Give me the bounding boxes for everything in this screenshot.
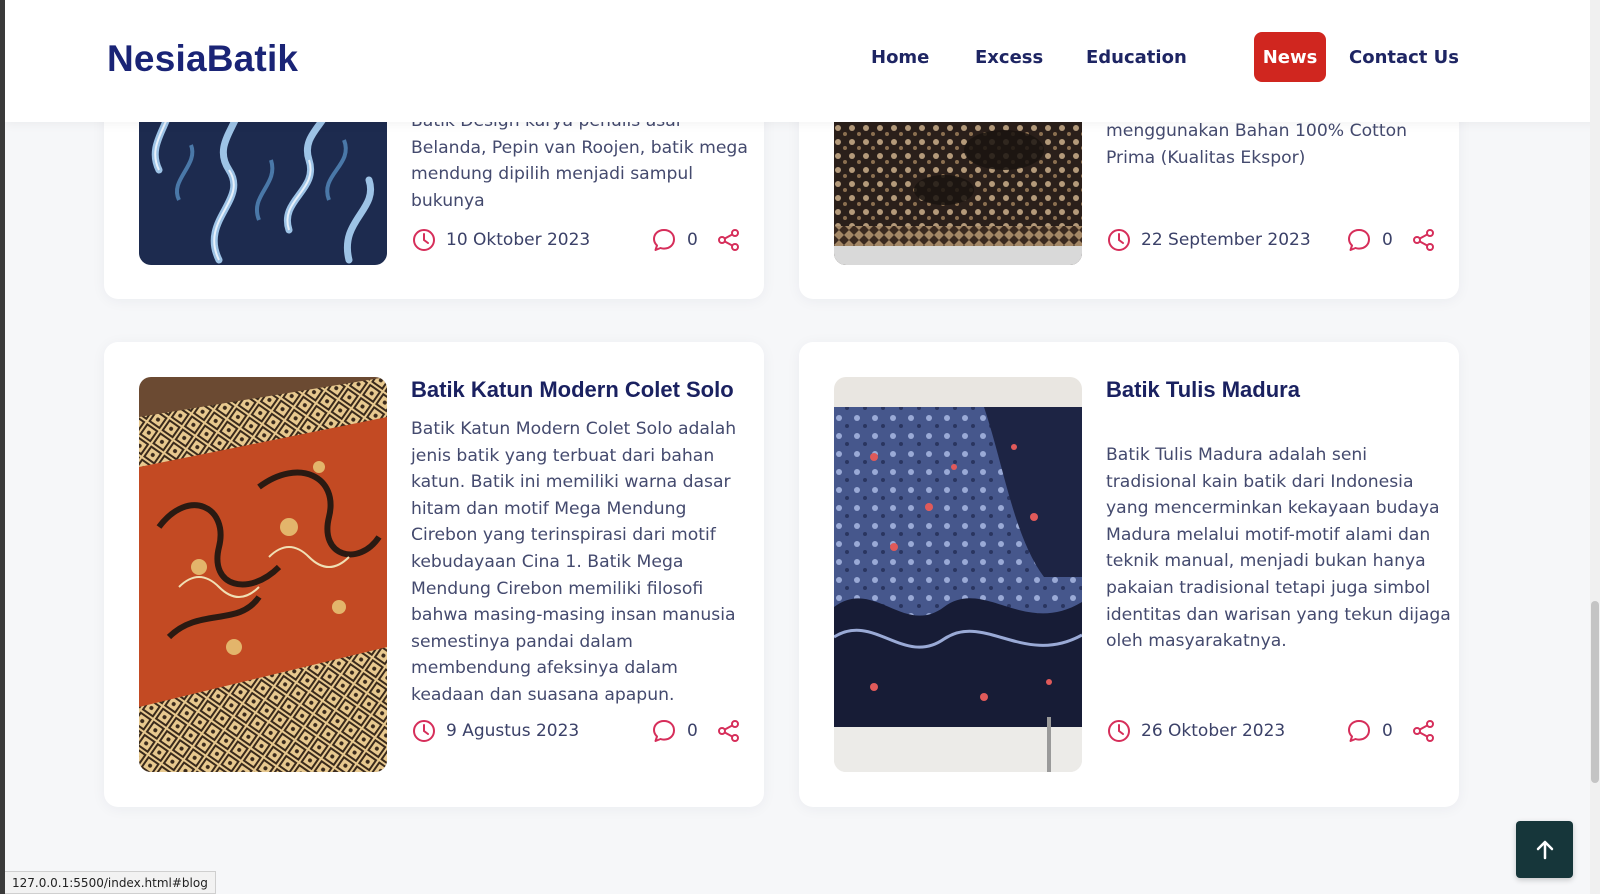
- scrollbar-thumb[interactable]: [1591, 601, 1599, 783]
- comment-count: 0: [1382, 721, 1393, 741]
- share-icon[interactable]: [1411, 718, 1437, 744]
- card-title[interactable]: Batik Katun Modern Colet Solo: [411, 377, 734, 403]
- clock-icon: [1106, 227, 1132, 253]
- nav-education[interactable]: Education: [1086, 47, 1187, 68]
- comment-icon: [651, 227, 677, 253]
- card-meta: 9 Agustus 2023 0: [411, 717, 741, 745]
- card-meta: 26 Oktober 2023 0: [1106, 717, 1436, 745]
- window-edge: [0, 0, 5, 894]
- comment-count: 0: [687, 230, 698, 250]
- card-date: 10 Oktober 2023: [446, 230, 591, 250]
- card-meta: 22 September 2023 0: [1106, 226, 1436, 254]
- card-excerpt: Batik Design karya penulis asal Belanda,…: [411, 111, 748, 211]
- status-bar-url: 127.0.0.1:5500/index.html#blog: [5, 871, 216, 894]
- comment-icon: [1346, 227, 1372, 253]
- card-excerpt: Batik Katun Modern Colet Solo adalah jen…: [411, 419, 737, 705]
- card-title[interactable]: Batik Tulis Madura: [1106, 377, 1300, 403]
- card-meta: 10 Oktober 2023 0: [411, 226, 741, 254]
- card-excerpt: Batik Tulis Madura adalah seni tradision…: [1106, 445, 1451, 652]
- comment-count: 0: [1382, 230, 1393, 250]
- comment-icon: [651, 718, 677, 744]
- nav-excess[interactable]: Excess: [975, 47, 1043, 68]
- comments-link[interactable]: 0: [1346, 718, 1393, 744]
- comments-link[interactable]: 0: [1346, 227, 1393, 253]
- card-date: 26 Oktober 2023: [1141, 721, 1286, 741]
- blog-card: Batik Tulis Madura Batik Tulis Madura ad…: [799, 342, 1459, 807]
- card-excerpt: menggunakan Bahan 100% Cotton Prima (Kua…: [1106, 121, 1407, 168]
- nav-home[interactable]: Home: [871, 47, 929, 68]
- clock-icon: [1106, 718, 1132, 744]
- share-icon[interactable]: [1411, 227, 1437, 253]
- card-date: 9 Agustus 2023: [446, 721, 580, 741]
- clock-icon: [411, 718, 437, 744]
- nav-news[interactable]: News: [1254, 32, 1326, 82]
- share-icon[interactable]: [716, 227, 742, 253]
- share-icon[interactable]: [716, 718, 742, 744]
- card-image[interactable]: [139, 377, 387, 772]
- arrow-up-icon: [1533, 838, 1557, 862]
- comment-icon: [1346, 718, 1372, 744]
- back-to-top-button[interactable]: [1516, 821, 1573, 878]
- navbar: NesiaBatik Home Excess Education News Co…: [5, 0, 1600, 122]
- comments-link[interactable]: 0: [651, 718, 698, 744]
- comment-count: 0: [687, 721, 698, 741]
- card-image[interactable]: [834, 377, 1082, 772]
- nav-contact-us[interactable]: Contact Us: [1349, 47, 1459, 68]
- clock-icon: [411, 227, 437, 253]
- brand-logo[interactable]: NesiaBatik: [107, 38, 298, 80]
- comments-link[interactable]: 0: [651, 227, 698, 253]
- blog-card: Batik Katun Modern Colet Solo Batik Katu…: [104, 342, 764, 807]
- card-date: 22 September 2023: [1141, 230, 1311, 250]
